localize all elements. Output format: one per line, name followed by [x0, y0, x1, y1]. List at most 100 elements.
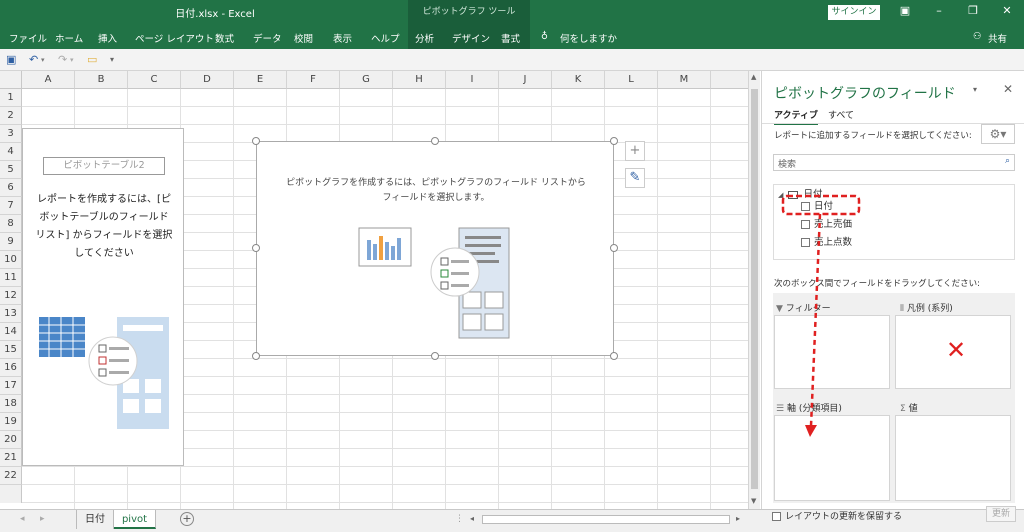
row-header[interactable]: 14 [0, 323, 22, 341]
scroll-right-icon[interactable]: ▸ [736, 514, 740, 523]
column-header[interactable]: D [181, 71, 234, 89]
select-all-corner[interactable] [0, 71, 22, 89]
row-header[interactable]: 15 [0, 341, 22, 359]
column-header[interactable]: K [552, 71, 605, 89]
row-header[interactable]: 11 [0, 269, 22, 287]
row-header[interactable]: 9 [0, 233, 22, 251]
undo-dropdown-icon[interactable]: ▾ [41, 56, 45, 64]
scroll-left-icon[interactable]: ◂ [470, 514, 474, 523]
tab-file[interactable]: ファイル [9, 31, 47, 45]
scroll-up-icon[interactable]: ▲ [751, 73, 756, 81]
column-header[interactable]: L [605, 71, 658, 89]
resize-handle[interactable] [610, 352, 618, 360]
next-sheet-icon[interactable]: ▸ [40, 514, 45, 524]
tab-design[interactable]: デザイン [452, 31, 490, 45]
row-header[interactable]: 13 [0, 305, 22, 323]
chart-styles-brush-icon[interactable]: ✎ [625, 168, 645, 188]
resize-handle[interactable] [610, 244, 618, 252]
defer-checkbox[interactable] [772, 512, 781, 521]
redo-dropdown-icon[interactable]: ▾ [70, 56, 74, 64]
customize-qat-icon[interactable]: ▾ [110, 55, 114, 64]
lightbulb-icon: ♁ [541, 31, 548, 42]
resize-handle[interactable] [252, 137, 260, 145]
ribbon-display-icon[interactable]: ▣ [898, 4, 912, 18]
column-header[interactable]: E [234, 71, 287, 89]
row-header[interactable]: 7 [0, 197, 22, 215]
resize-handle[interactable] [610, 137, 618, 145]
tab-page-layout[interactable]: ページ レイアウト [135, 31, 214, 45]
minimize-icon[interactable]: – [932, 4, 946, 18]
row-header[interactable]: 1 [0, 89, 22, 107]
row-header[interactable]: 10 [0, 251, 22, 269]
pivot-chart-illustration [358, 227, 510, 339]
signin-button[interactable]: サインイン [828, 5, 880, 20]
scroll-thumb[interactable] [751, 89, 758, 489]
redo-icon[interactable]: ↷ [58, 53, 67, 66]
tab-review[interactable]: 校閲 [294, 31, 313, 45]
row-header[interactable]: 19 [0, 413, 22, 431]
resize-handle[interactable] [431, 352, 439, 360]
pivot-table-placeholder[interactable]: ピボットテーブル2 レポートを作成するには、[ピ ボットテーブルのフィールド リ… [22, 128, 184, 466]
open-folder-icon[interactable]: ▭ [87, 53, 97, 66]
pivot-message-line: レポートを作成するには、[ピ [37, 194, 171, 205]
row-header[interactable]: 17 [0, 377, 22, 395]
row-header[interactable]: 21 [0, 449, 22, 467]
row-header-partial[interactable] [0, 485, 22, 503]
tab-help[interactable]: ヘルプ [371, 31, 400, 45]
horizontal-scroll-thumb[interactable] [482, 515, 730, 524]
update-button[interactable]: 更新 [986, 506, 1016, 522]
pivot-chart-placeholder[interactable]: ピボットグラフを作成するには、ピボットグラフのフィールド リストから フィールド… [256, 141, 614, 356]
undo-icon[interactable]: ↶ [29, 53, 38, 66]
chart-elements-plus-icon[interactable]: + [625, 141, 645, 161]
row-header[interactable]: 3 [0, 125, 22, 143]
column-header[interactable]: B [75, 71, 128, 89]
column-header[interactable]: F [287, 71, 340, 89]
row-header[interactable]: 4 [0, 143, 22, 161]
resize-handle[interactable] [431, 137, 439, 145]
column-header[interactable]: C [128, 71, 181, 89]
window-title: 日付.xlsx - Excel [175, 9, 255, 20]
row-header[interactable]: 5 [0, 161, 22, 179]
row-header[interactable]: 16 [0, 359, 22, 377]
row-header[interactable]: 6 [0, 179, 22, 197]
defer-update-checkbox[interactable]: レイアウトの更新を保留する [772, 509, 902, 522]
row-header[interactable]: 2 [0, 107, 22, 125]
tab-analyze[interactable]: 分析 [415, 31, 434, 45]
scroll-down-icon[interactable]: ▼ [751, 497, 756, 505]
column-header[interactable]: G [340, 71, 393, 89]
pivot-chart-message: ピボットグラフを作成するには、ピボットグラフのフィールド リストから フィールド… [265, 176, 607, 206]
tell-me-box[interactable]: 何をしますか [560, 31, 617, 45]
tab-format[interactable]: 書式 [501, 31, 520, 45]
row-header[interactable]: 8 [0, 215, 22, 233]
tab-data[interactable]: データ [253, 31, 282, 45]
row-header[interactable]: 20 [0, 431, 22, 449]
context-tool-title: ピボットグラフ ツール [408, 0, 530, 25]
restore-icon[interactable]: ❐ [966, 4, 980, 18]
save-icon[interactable]: ▣ [6, 53, 16, 66]
column-header[interactable]: H [393, 71, 446, 89]
column-header[interactable]: J [499, 71, 552, 89]
close-icon[interactable]: ✕ [1000, 4, 1014, 18]
column-header[interactable]: A [22, 71, 75, 89]
tab-view[interactable]: 表示 [333, 31, 352, 45]
tab-insert[interactable]: 挿入 [98, 31, 117, 45]
prev-sheet-icon[interactable]: ◂ [20, 514, 25, 524]
resize-handle[interactable] [252, 352, 260, 360]
row-header[interactable]: 18 [0, 395, 22, 413]
column-header-partial[interactable] [711, 71, 748, 89]
add-sheet-icon[interactable]: + [180, 512, 194, 526]
column-header[interactable]: I [446, 71, 499, 89]
sheet-tab-hizuke[interactable]: 日付 [76, 510, 114, 529]
ribbon-tabs: ファイル ホーム 挿入 ページ レイアウト 数式 データ 校閲 表示 ヘルプ 分… [0, 25, 1024, 49]
column-header[interactable]: M [658, 71, 711, 89]
title-bar: 日付.xlsx - Excel ピボットグラフ ツール サインイン ▣ – ❐ … [0, 0, 1024, 25]
tab-formulas[interactable]: 数式 [215, 31, 234, 45]
row-header[interactable]: 12 [0, 287, 22, 305]
row-header[interactable]: 22 [0, 467, 22, 485]
share-button[interactable]: 共有 [988, 31, 1007, 45]
resize-handle[interactable] [252, 244, 260, 252]
sheet-tab-pivot[interactable]: pivot [114, 510, 156, 529]
tab-split-handle-icon[interactable]: ⋮ [455, 514, 464, 524]
vertical-scrollbar[interactable]: ▲ ▼ [748, 71, 760, 509]
tab-home[interactable]: ホーム [55, 31, 83, 45]
